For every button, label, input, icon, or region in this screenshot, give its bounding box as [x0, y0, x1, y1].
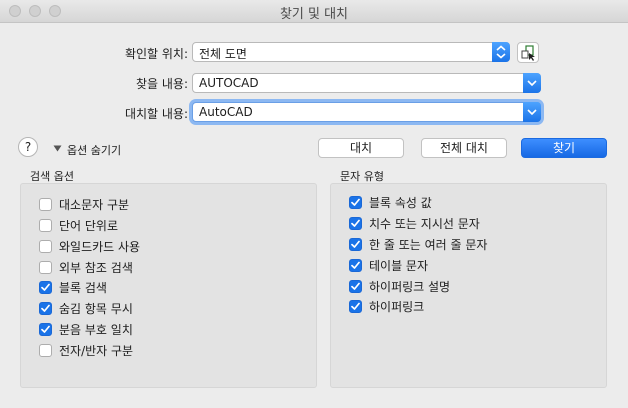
find-label: 찾을 내용: — [135, 77, 188, 91]
checkbox-label: 블록 속성 값 — [369, 196, 432, 210]
scope-label: 확인할 위치: — [124, 47, 188, 61]
checkmark-icon — [351, 219, 360, 227]
find-input[interactable]: AUTOCAD — [192, 73, 541, 93]
checkbox-label: 분음 부호 일치 — [59, 323, 133, 337]
help-button[interactable]: ? — [18, 137, 38, 157]
checkmark-icon — [351, 198, 360, 206]
checkbox-checked[interactable] — [349, 196, 362, 209]
checkmark-icon — [351, 282, 360, 290]
checkmark-icon — [41, 283, 50, 291]
title-bar: 찾기 및 대치 — [0, 0, 628, 23]
checkbox-checked[interactable] — [349, 217, 362, 230]
text-types-title: 문자 유형 — [340, 170, 384, 183]
checkbox-checked[interactable] — [349, 280, 362, 293]
chevron-down-icon[interactable] — [523, 73, 541, 93]
checkbox-label: 외부 참조 검색 — [59, 261, 133, 275]
checkbox-label: 블록 검색 — [59, 281, 107, 295]
checkbox-label: 테이블 문자 — [369, 259, 429, 273]
replace-input[interactable]: AutoCAD — [192, 102, 541, 122]
checkbox-label: 하이퍼링크 설명 — [369, 280, 451, 294]
checkbox-checked[interactable] — [349, 259, 362, 272]
checkmark-icon — [351, 261, 360, 269]
checkmark-icon — [41, 304, 50, 312]
checkbox-label: 숨김 항목 무시 — [59, 302, 133, 316]
checkbox-checked[interactable] — [39, 281, 52, 294]
search-options-title: 검색 옵션 — [30, 170, 74, 183]
checkbox-label: 단어 단위로 — [59, 219, 119, 233]
checkbox-checked[interactable] — [39, 302, 52, 315]
scope-value: 전체 도면 — [199, 47, 247, 61]
select-objects-button[interactable] — [517, 42, 539, 63]
checkbox-unchecked[interactable] — [39, 198, 52, 211]
checkbox-unchecked[interactable] — [39, 261, 52, 274]
checkbox-label: 대소문자 구분 — [59, 198, 130, 212]
replace-label: 대치할 내용: — [124, 107, 188, 121]
replace-button[interactable]: 대치 — [318, 138, 404, 158]
checkbox-label: 치수 또는 지시선 문자 — [369, 217, 480, 231]
checkbox-unchecked[interactable] — [39, 240, 52, 253]
scope-select[interactable]: 전체 도면 — [192, 42, 510, 62]
checkmark-icon — [351, 302, 360, 310]
replace-all-button[interactable]: 전체 대치 — [421, 138, 507, 158]
checkbox-label: 와일드카드 사용 — [59, 240, 141, 254]
text-types-panel: 블록 속성 값치수 또는 지시선 문자한 줄 또는 여러 줄 문자테이블 문자하… — [330, 183, 607, 388]
search-options-panel: 대소문자 구분단어 단위로와일드카드 사용외부 참조 검색블록 검색숨김 항목 … — [20, 183, 317, 388]
find-button[interactable]: 찾기 — [521, 138, 607, 158]
checkbox-checked[interactable] — [39, 323, 52, 336]
checkbox-checked[interactable] — [349, 238, 362, 251]
options-toggle-label: 옵션 숨기기 — [67, 144, 122, 157]
find-value: AUTOCAD — [199, 76, 259, 90]
checkbox-unchecked[interactable] — [39, 219, 52, 232]
checkbox-unchecked[interactable] — [39, 344, 52, 357]
checkbox-label: 하이퍼링크 — [369, 300, 425, 314]
updown-chevron-icon — [492, 42, 510, 62]
checkbox-checked[interactable] — [349, 300, 362, 313]
checkmark-icon — [41, 325, 50, 333]
checkbox-label: 한 줄 또는 여러 줄 문자 — [369, 238, 488, 252]
checkmark-icon — [351, 240, 360, 248]
window-title: 찾기 및 대치 — [279, 7, 349, 22]
chevron-down-icon[interactable] — [523, 102, 541, 122]
replace-value: AutoCAD — [199, 105, 253, 119]
checkbox-label: 전자/반자 구분 — [59, 344, 134, 358]
